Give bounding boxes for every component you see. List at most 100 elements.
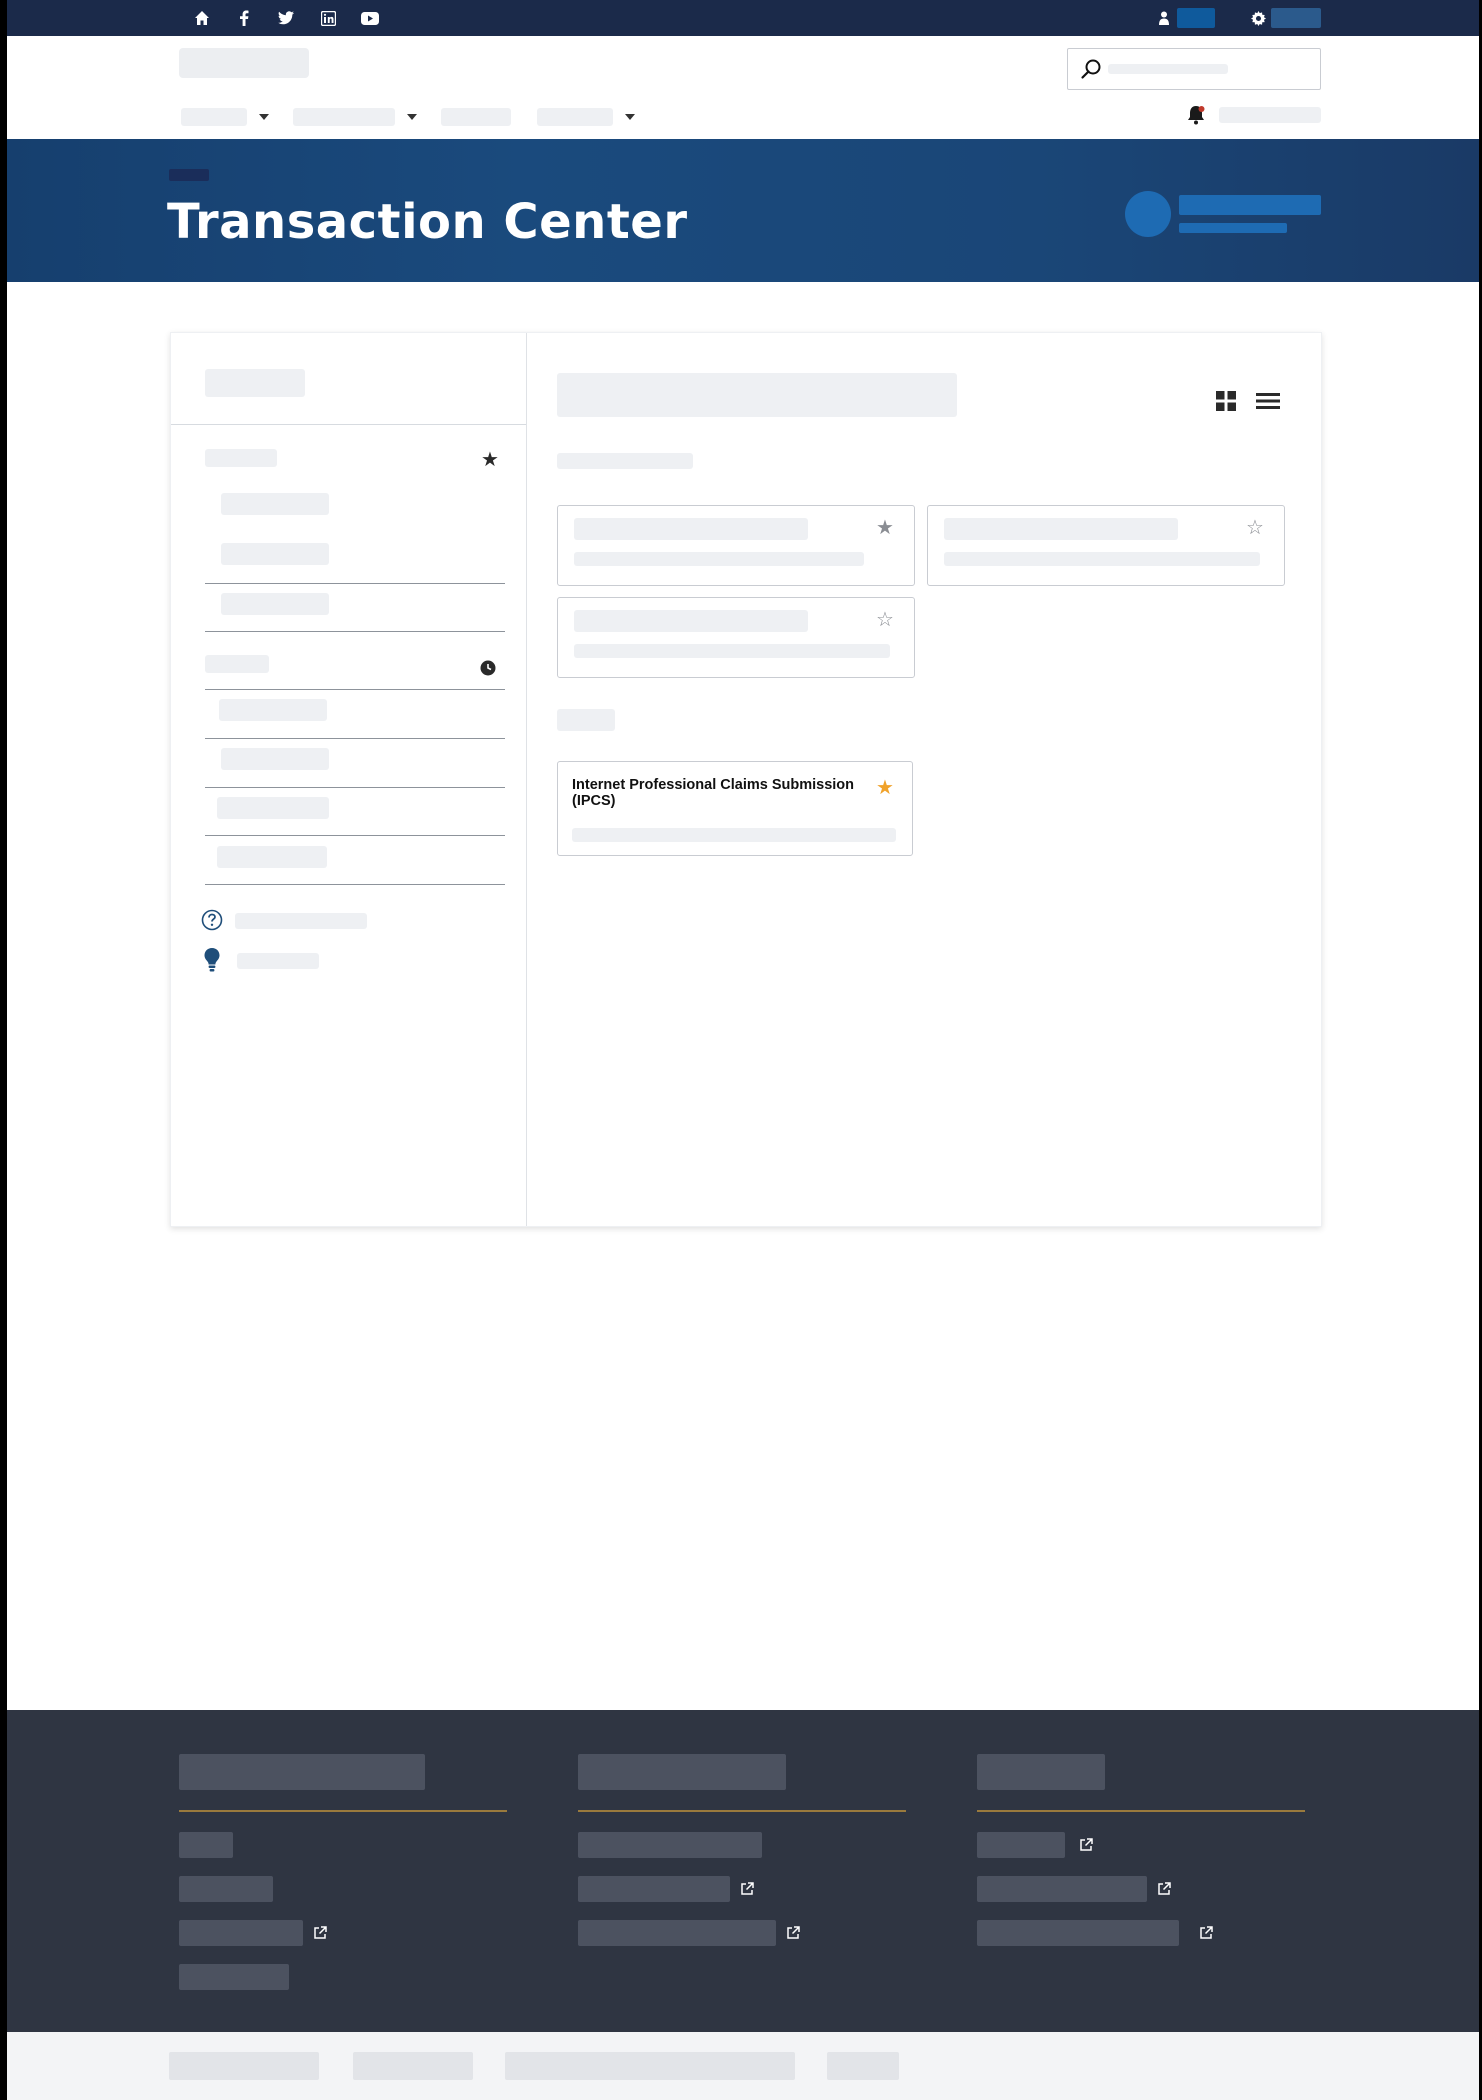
user-subtitle xyxy=(1179,223,1287,233)
divider xyxy=(205,787,505,788)
transaction-center-panel: ★ ★ ☆ ☆ Internet Professional Claims Sub… xyxy=(170,332,1322,1227)
notifications-label[interactable] xyxy=(1219,107,1321,123)
chevron-down-icon xyxy=(625,114,635,120)
gear-icon[interactable] xyxy=(1249,9,1267,27)
site-footer xyxy=(7,1710,1479,2032)
external-link-icon xyxy=(1079,1838,1093,1852)
content-heading xyxy=(557,373,957,417)
sidebar-title xyxy=(205,369,305,397)
nav-item-2[interactable] xyxy=(293,107,417,127)
footer-column-heading xyxy=(977,1754,1105,1790)
recent-heading xyxy=(205,655,269,673)
divider xyxy=(205,884,505,885)
sidebar-item[interactable] xyxy=(219,699,327,721)
footer-column-heading xyxy=(578,1754,786,1790)
page-title: Transaction Center xyxy=(167,194,688,250)
nav-item-1[interactable] xyxy=(181,107,269,127)
transaction-tile[interactable]: ☆ xyxy=(557,597,915,678)
grid-view-icon[interactable] xyxy=(1216,391,1236,416)
ideas-link[interactable] xyxy=(237,953,319,969)
help-link[interactable] xyxy=(235,913,367,929)
external-link-icon xyxy=(740,1882,754,1896)
banner-breadcrumb[interactable] xyxy=(169,169,209,181)
clock-icon xyxy=(480,660,496,681)
search-input[interactable] xyxy=(1067,48,1321,90)
transaction-tile[interactable]: ★ xyxy=(557,505,915,586)
avatar xyxy=(1125,191,1171,237)
footer-column-heading xyxy=(179,1754,425,1790)
legal-link[interactable] xyxy=(169,2052,319,2080)
footer-link[interactable] xyxy=(977,1876,1147,1902)
legal-link[interactable] xyxy=(505,2052,795,2080)
page: Transaction Center ★ ★ ☆ ☆ Internet Prof… xyxy=(7,0,1479,2100)
favorites-heading xyxy=(205,449,277,467)
page-banner: Transaction Center xyxy=(7,139,1479,282)
chevron-down-icon xyxy=(407,114,417,120)
external-link-icon xyxy=(1199,1926,1213,1940)
star-filled-icon[interactable]: ★ xyxy=(876,518,894,538)
search-placeholder xyxy=(1108,64,1228,74)
twitter-icon[interactable] xyxy=(277,9,295,27)
section-heading xyxy=(557,453,693,469)
search-icon xyxy=(1080,58,1102,85)
star-outline-icon[interactable]: ☆ xyxy=(1246,518,1264,538)
section-heading xyxy=(557,709,615,731)
site-logo[interactable] xyxy=(179,48,309,78)
legal-link[interactable] xyxy=(827,2052,899,2080)
nav-item-4[interactable] xyxy=(537,107,635,127)
settings-link[interactable] xyxy=(1271,8,1321,28)
sidebar-item[interactable] xyxy=(217,797,329,819)
sidebar-item[interactable] xyxy=(221,593,329,615)
linkedin-icon[interactable] xyxy=(319,9,337,27)
transaction-tile[interactable]: ☆ xyxy=(927,505,1285,586)
sidebar-item[interactable] xyxy=(221,543,329,565)
footer-link[interactable] xyxy=(179,1832,233,1858)
legal-link[interactable] xyxy=(353,2052,473,2080)
sidebar-item[interactable] xyxy=(221,748,329,770)
help-icon xyxy=(201,909,223,936)
list-view-icon[interactable] xyxy=(1256,392,1280,415)
divider xyxy=(578,1810,906,1812)
top-utility-bar xyxy=(7,0,1479,36)
footer-link[interactable] xyxy=(578,1920,776,1946)
footer-link[interactable] xyxy=(977,1920,1179,1946)
home-icon[interactable] xyxy=(193,9,211,27)
divider xyxy=(205,835,505,836)
bell-icon[interactable] xyxy=(1185,104,1207,131)
sub-footer xyxy=(7,2032,1479,2100)
divider xyxy=(977,1810,1305,1812)
login-link[interactable] xyxy=(1177,8,1215,28)
external-link-icon xyxy=(786,1926,800,1940)
nav-item-3[interactable] xyxy=(441,107,511,127)
divider xyxy=(179,1810,507,1812)
star-outline-icon[interactable]: ☆ xyxy=(876,610,894,630)
footer-link[interactable] xyxy=(578,1832,762,1858)
external-link-icon xyxy=(313,1926,327,1940)
footer-link[interactable] xyxy=(179,1876,273,1902)
divider xyxy=(205,631,505,632)
footer-link[interactable] xyxy=(179,1964,289,1990)
divider xyxy=(205,689,505,690)
user-name xyxy=(1179,195,1321,215)
star-filled-icon[interactable]: ★ xyxy=(876,778,894,798)
lightbulb-icon xyxy=(203,947,221,978)
ipcs-tile[interactable]: Internet Professional Claims Submission … xyxy=(557,761,913,856)
footer-link[interactable] xyxy=(977,1832,1065,1858)
user-icon[interactable] xyxy=(1155,9,1173,27)
divider xyxy=(205,738,505,739)
chevron-down-icon xyxy=(259,114,269,120)
footer-link[interactable] xyxy=(179,1920,303,1946)
external-link-icon xyxy=(1157,1882,1171,1896)
footer-link[interactable] xyxy=(578,1876,730,1902)
content-area: ★ ☆ ☆ Internet Professional Claims Submi… xyxy=(527,333,1323,1226)
star-filled-icon: ★ xyxy=(481,449,499,471)
facebook-icon[interactable] xyxy=(235,9,253,27)
tile-description xyxy=(572,828,896,842)
sidebar-item[interactable] xyxy=(221,493,329,515)
divider xyxy=(205,583,505,584)
sidebar-item[interactable] xyxy=(217,846,327,868)
youtube-icon[interactable] xyxy=(361,9,379,27)
tile-title: Internet Professional Claims Submission … xyxy=(572,777,855,809)
sidebar-header xyxy=(171,333,526,425)
sidebar: ★ xyxy=(171,333,527,1226)
